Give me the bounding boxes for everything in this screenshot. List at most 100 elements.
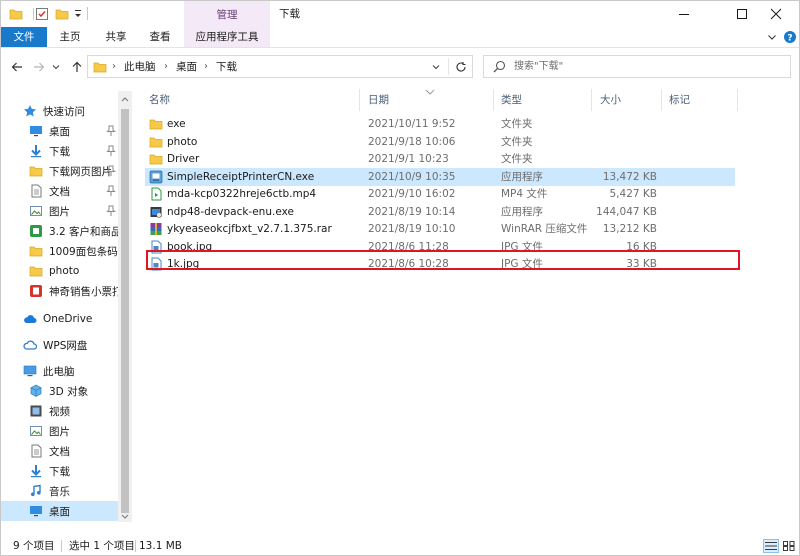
file-size (585, 150, 657, 168)
column-header-size[interactable]: 大小 (600, 91, 621, 109)
column-divider[interactable] (591, 89, 592, 111)
navigation-pane: 快速访问桌面下载下载网页图片文档图片3.2 客户和商品设1009面包条码phot… (1, 91, 132, 523)
column-header-type[interactable]: 类型 (501, 91, 522, 109)
nav-item[interactable]: WPS网盘 (1, 335, 118, 355)
green-app-icon (29, 224, 43, 238)
nav-item-label: 图片 (49, 425, 70, 438)
back-button[interactable] (7, 57, 27, 77)
large-icons-view-button[interactable] (781, 539, 797, 553)
tab-application-tools[interactable]: 应用程序工具 (184, 27, 270, 47)
pin-icon (106, 185, 116, 197)
address-history-button[interactable] (426, 56, 446, 77)
file-type: 应用程序 (501, 170, 543, 183)
column-divider[interactable] (359, 89, 360, 111)
tab-share[interactable]: 共享 (97, 27, 135, 47)
close-button[interactable] (753, 1, 799, 27)
file-type: WinRAR 压缩文件 (501, 223, 588, 235)
nav-item[interactable]: 下载 (1, 141, 118, 161)
nav-item[interactable]: 桌面 (1, 501, 118, 521)
nav-item[interactable]: 下载网页图片 (1, 161, 118, 181)
ribbon-divider (1, 47, 799, 48)
nav-item[interactable]: 视频 (1, 401, 118, 421)
tab-file[interactable]: 文件 (1, 27, 47, 47)
scroll-up-icon[interactable] (118, 93, 132, 105)
nav-item[interactable]: 下载 (1, 461, 118, 481)
details-view-icon (765, 542, 777, 550)
up-arrow-icon (72, 61, 82, 72)
breadcrumb-desktop[interactable]: 桌面 (176, 56, 197, 77)
file-size (585, 115, 657, 133)
nav-item[interactable]: OneDrive (1, 309, 118, 329)
folder-icon (7, 5, 25, 23)
pictures-icon (29, 424, 43, 438)
address-bar[interactable]: › 此电脑 › 桌面 › 下载 (87, 55, 473, 78)
file-row[interactable]: SimpleReceiptPrinterCN.exe 2021/10/9 10:3… (145, 167, 735, 186)
breadcrumb-separator[interactable]: › (112, 56, 116, 77)
video-file-icon (149, 187, 163, 201)
rar-archive-icon (149, 222, 163, 236)
nav-item[interactable]: 图片 (1, 421, 118, 441)
nav-item[interactable]: 音乐 (1, 481, 118, 501)
column-header-date[interactable]: 日期 (368, 91, 389, 109)
nav-item-label: 下载 (49, 465, 70, 478)
file-row[interactable]: photo 2021/9/18 10:06 文件夹 (145, 133, 735, 151)
nav-item-label: 下载网页图片 (49, 165, 112, 178)
cloud-icon (23, 312, 37, 326)
column-header-name[interactable]: 名称 (149, 91, 170, 109)
refresh-button[interactable] (451, 56, 471, 77)
forward-button[interactable] (29, 57, 49, 77)
file-size: 144,047 KB (596, 205, 657, 218)
nav-item[interactable]: 此电脑 (1, 361, 118, 381)
file-row[interactable]: exe 2021/10/11 9:52 文件夹 (145, 115, 735, 133)
nav-item-label: 视频 (49, 405, 70, 418)
refresh-icon (456, 61, 466, 72)
status-separator (135, 540, 136, 552)
nav-item[interactable]: 1009面包条码 (1, 241, 118, 261)
file-row[interactable]: ndp48-devpack-enu.exe 2021/8/19 10:14 应用程序… (145, 203, 735, 221)
breadcrumb-downloads[interactable]: 下载 (216, 56, 237, 77)
search-input[interactable] (514, 58, 774, 75)
nav-item[interactable]: 快速访问 (1, 101, 118, 121)
nav-item[interactable]: 神奇销售小票打印 (1, 281, 118, 301)
column-divider[interactable] (493, 89, 494, 111)
tab-view[interactable]: 查看 (141, 27, 179, 47)
navigation-scrollbar[interactable] (118, 91, 132, 522)
column-header-tags[interactable]: 标记 (669, 91, 690, 109)
nav-item[interactable]: photo (1, 261, 118, 281)
nav-item[interactable]: 图片 (1, 201, 118, 221)
breadcrumb-separator[interactable]: › (204, 56, 208, 77)
search-box[interactable] (483, 55, 791, 78)
nav-item-label: 文档 (49, 185, 70, 198)
scroll-down-icon[interactable] (118, 511, 132, 523)
chevron-down-icon (432, 64, 440, 69)
column-divider[interactable] (737, 89, 738, 111)
column-divider[interactable] (661, 89, 662, 111)
nav-item[interactable]: 桌面 (1, 121, 118, 141)
folder-icon (29, 264, 43, 278)
breadcrumb-this-pc[interactable]: 此电脑 (124, 56, 156, 77)
folder-icon (29, 164, 43, 178)
file-row[interactable]: mda-kcp0322hreje6ctb.mp4 2021/9/10 16:02 M… (145, 185, 735, 203)
nav-item[interactable]: 3.2 客户和商品设 (1, 221, 118, 241)
expand-ribbon-chevron-icon[interactable] (765, 30, 779, 44)
nav-item-label: 快速访问 (43, 105, 85, 118)
details-view-button[interactable] (763, 539, 779, 553)
file-row[interactable]: ykyeaseokcjfbxt_v2.7.1.375.rar 2021/8/19 … (145, 220, 735, 238)
up-button[interactable] (67, 57, 87, 77)
nav-item[interactable]: 文档 (1, 181, 118, 201)
file-list: 名称 日期 类型 大小 标记 exe 2021/10/11 9:52 文件夹 phot… (139, 85, 799, 523)
properties-checkbox-icon[interactable] (33, 5, 51, 23)
help-icon[interactable]: ? (783, 30, 797, 44)
recent-locations-button[interactable] (49, 57, 63, 77)
sort-chevron-icon (425, 86, 435, 95)
nav-item[interactable]: Windows (C:) (1, 521, 118, 523)
minimize-button[interactable] (661, 1, 707, 27)
file-row[interactable]: Driver 2021/9/1 10:23 文件夹 (145, 150, 735, 168)
tab-home[interactable]: 主页 (51, 27, 89, 47)
nav-item[interactable]: 文档 (1, 441, 118, 461)
scrollbar-thumb[interactable] (121, 109, 129, 513)
breadcrumb-separator[interactable]: › (164, 56, 168, 77)
customize-toolbar-chevron-icon[interactable] (69, 5, 87, 23)
file-name: ykyeaseokcjfbxt_v2.7.1.375.rar (167, 223, 332, 235)
nav-item[interactable]: 3D 对象 (1, 381, 118, 401)
